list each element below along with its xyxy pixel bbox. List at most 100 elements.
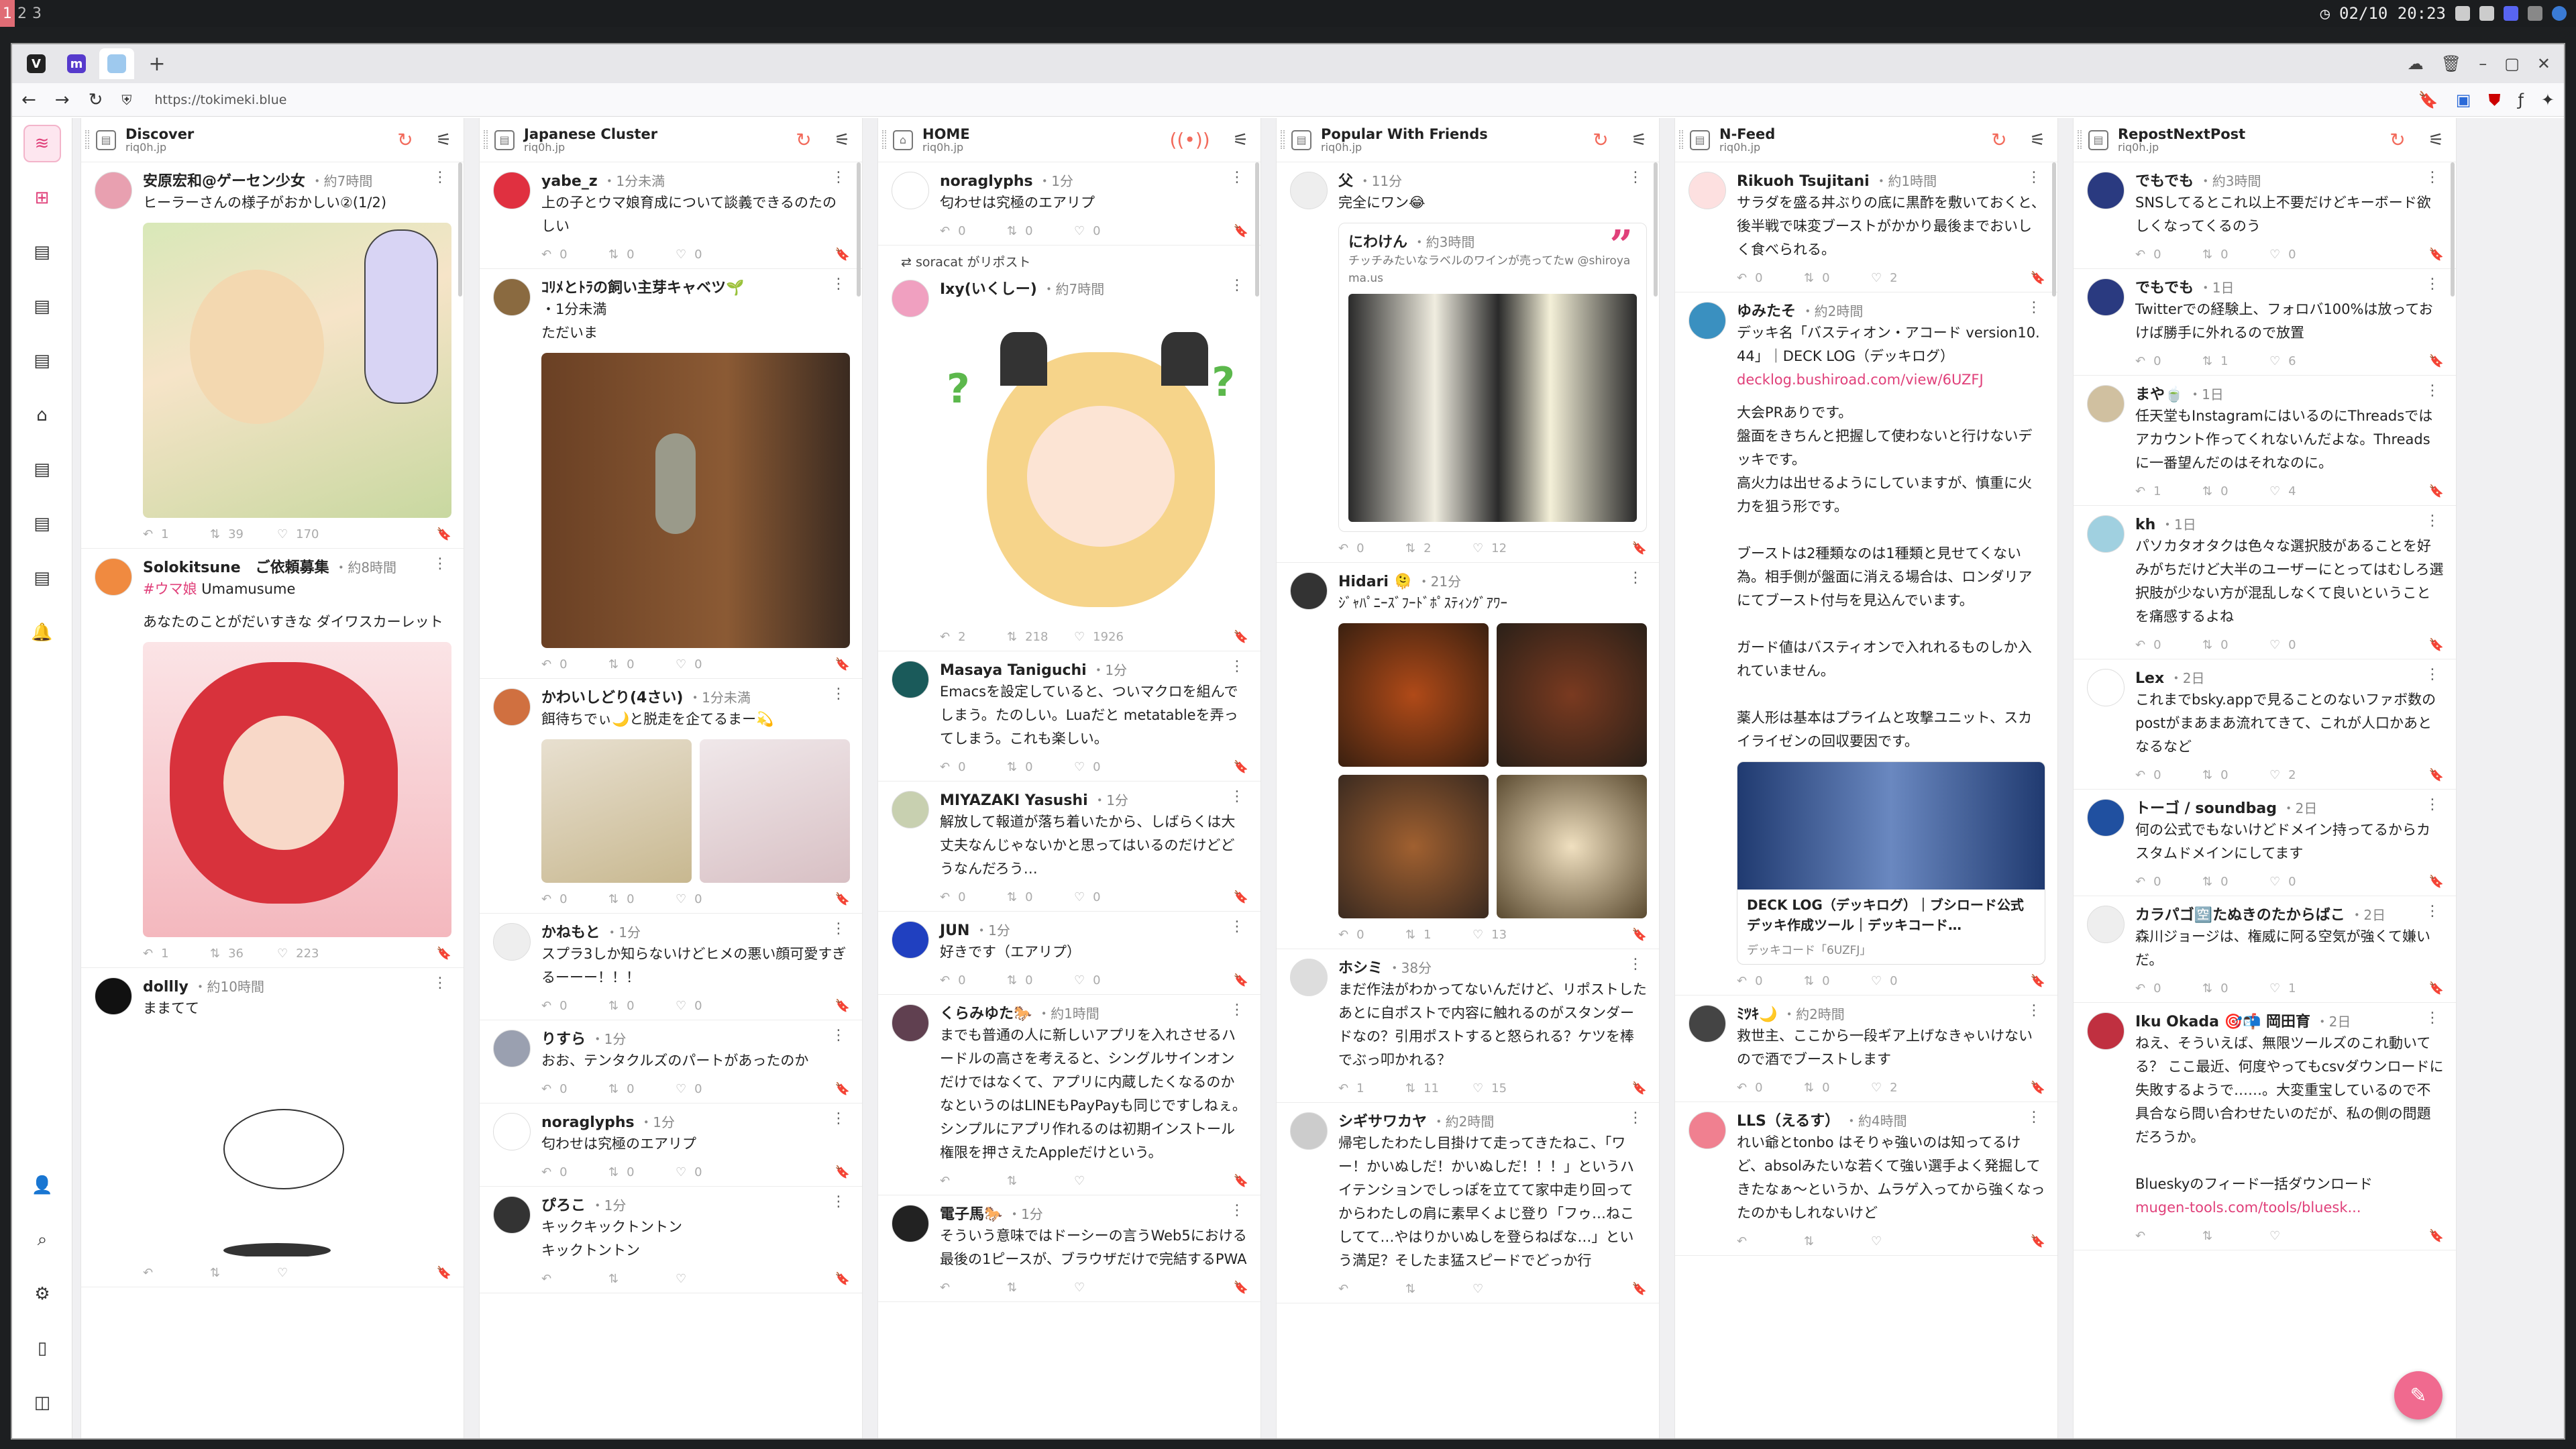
more-icon[interactable]: ⋮: [831, 920, 846, 937]
more-icon[interactable]: ⋮: [2425, 382, 2440, 399]
more-icon[interactable]: ⋮: [2425, 666, 2440, 683]
reply-button[interactable]: ↶ 0: [541, 1165, 608, 1179]
ublock-icon[interactable]: ⛊: [2488, 91, 2500, 109]
link-card[interactable]: DECK LOG（デッキログ）｜ブシロード公式デッキ作成ツール｜デッキコード… デ…: [1737, 761, 2045, 965]
repost-button[interactable]: ⇅ 0: [608, 248, 676, 262]
reload-icon[interactable]: ↻: [89, 90, 103, 110]
post[interactable]: ⋮ kh ・1日 パソカタオタクは色々な選択肢があることを好みがちだけど大半のユ…: [2074, 506, 2456, 659]
post[interactable]: ⋮ ホシミ ・38分 まだ作法がわかってないんだけど、リポストしたあとに自ポスト…: [1277, 949, 1659, 1103]
post[interactable]: ⋮ Masaya Taniguchi ・1分 Emacsを設定していると、ついマ…: [878, 651, 1260, 782]
bookmark-icon[interactable]: 🔖: [437, 947, 451, 961]
reply-button[interactable]: ↶ 0: [940, 224, 1007, 238]
bookmark-icon[interactable]: 🔖: [1234, 890, 1248, 904]
more-icon[interactable]: ⋮: [831, 169, 846, 186]
post[interactable]: ⋮ Lex ・2日 これまでbsky.appで見ることのないファボ数のpostが…: [2074, 659, 2456, 790]
like-button[interactable]: ♡ 2: [1871, 1081, 1938, 1095]
avatar[interactable]: [2087, 515, 2125, 553]
like-button[interactable]: ♡ 12: [1472, 541, 1540, 555]
bookmark-icon[interactable]: 🔖: [2429, 875, 2444, 889]
bookmark-icon[interactable]: 🔖: [437, 527, 451, 541]
bookmark-icon[interactable]: 🔖: [835, 1082, 850, 1096]
post-image[interactable]: [143, 1028, 451, 1256]
post[interactable]: ⋮ noraglyphs ・1分 匂わせは究極のエアリプ ↶ 0 ⇅ 0 ♡ 0 🔖: [480, 1104, 862, 1187]
avatar[interactable]: [493, 688, 531, 726]
bookmark-icon[interactable]: 🔖: [1234, 630, 1248, 644]
more-icon[interactable]: ⋮: [831, 1193, 846, 1210]
repost-button[interactable]: ⇅: [608, 1272, 676, 1286]
post-author[interactable]: ﾐﾂｷ🌙 ・約2時間: [1737, 1005, 2045, 1024]
scrollbar[interactable]: [1255, 162, 1259, 297]
network-icon[interactable]: [2504, 6, 2518, 21]
hashtag-link[interactable]: #ウマ娘: [143, 581, 197, 597]
post-image[interactable]: [700, 739, 850, 883]
refresh-icon[interactable]: ↻: [1593, 129, 1608, 151]
more-icon[interactable]: ⋮: [831, 276, 846, 292]
post-author[interactable]: Iku Okada 🎯📬 岡田育 ・2日: [2135, 1012, 2444, 1032]
post[interactable]: ⋮ りすら ・1分 おお、テンタクルズのパートがあったのか ↶ 0 ⇅ 0 ♡ 0 🔖: [480, 1020, 862, 1104]
post-image[interactable]: ??: [940, 325, 1248, 621]
repost-button[interactable]: ⇅ 1: [2202, 354, 2269, 368]
bookmark-icon[interactable]: 🔖: [835, 999, 850, 1013]
bookmark-icon[interactable]: 🔖: [2031, 271, 2045, 285]
post-author[interactable]: かねもと ・1分: [541, 923, 850, 943]
column-settings-icon[interactable]: ⚟: [835, 130, 850, 150]
cloud-icon[interactable]: ☁: [2408, 54, 2424, 73]
bookmark-icon[interactable]: 🔖: [835, 1272, 850, 1286]
post[interactable]: ⋮ noraglyphs ・1分 匂わせは究極のエアリプ ↶ 0 ⇅ 0 ♡ 0 🔖: [878, 162, 1260, 246]
like-button[interactable]: ♡: [1472, 1282, 1540, 1296]
avatar[interactable]: [892, 280, 929, 317]
reply-button[interactable]: ↶ 1: [1338, 1081, 1405, 1095]
avatar[interactable]: [2087, 172, 2125, 209]
post[interactable]: ⋮ かねもと ・1分 スプラ3しか知らないけどヒメの悪い顔可愛すぎるーーー！！！…: [480, 914, 862, 1020]
reply-button[interactable]: ↶ 2: [940, 630, 1007, 644]
repost-button[interactable]: ⇅ 0: [1804, 271, 1871, 285]
bookmark-icon[interactable]: 🔖: [1632, 1081, 1647, 1095]
bookmark-icon[interactable]: 🔖: [2429, 248, 2444, 262]
bookmark-icon[interactable]: 🔖: [2031, 1081, 2045, 1095]
post-author[interactable]: 父 ・11分: [1338, 172, 1647, 191]
extension-icon[interactable]: ▣: [2456, 91, 2471, 109]
drag-handle[interactable]: [1281, 130, 1285, 149]
drag-handle[interactable]: [2078, 130, 2082, 149]
like-button[interactable]: ♡ 0: [676, 999, 743, 1013]
layers-icon[interactable]: ≋: [23, 125, 61, 162]
like-button[interactable]: ♡ 0: [676, 657, 743, 672]
post[interactable]: ⋮ ﾐﾂｷ🌙 ・約2時間 救世主、ここから一段ギア上げなきゃいけないので酒でブー…: [1675, 996, 2057, 1102]
avatar[interactable]: [1688, 172, 1726, 209]
avatar[interactable]: [95, 558, 132, 596]
post-author[interactable]: ぴろこ ・1分: [541, 1196, 850, 1216]
profile-icon[interactable]: 👤: [23, 1167, 61, 1204]
reply-button[interactable]: ↶ 0: [2135, 875, 2202, 889]
drag-handle[interactable]: [85, 130, 89, 149]
bookmark-icon[interactable]: 🔖: [1234, 1174, 1248, 1188]
post[interactable]: ⋮ Iku Okada 🎯📬 岡田育 ・2日 ねえ、そういえば、無限ツールズのこ…: [2074, 1003, 2456, 1250]
more-icon[interactable]: ⋮: [1628, 570, 1643, 586]
post[interactable]: ⋮ Rikuoh Tsujitani ・約1時間 サラダを盛る丼ぶりの底に黒酢を…: [1675, 162, 2057, 292]
trash-icon[interactable]: 🗑: [2441, 54, 2461, 73]
more-icon[interactable]: ⋮: [1628, 169, 1643, 186]
like-button[interactable]: ♡ 0: [2269, 248, 2337, 262]
reply-button[interactable]: ↶: [940, 1281, 1007, 1295]
like-button[interactable]: ♡ 0: [676, 248, 743, 262]
like-button[interactable]: ♡ 0: [2269, 875, 2337, 889]
repost-button[interactable]: ⇅: [1007, 1281, 1074, 1295]
repost-button[interactable]: ⇅: [210, 1266, 277, 1280]
reply-button[interactable]: ↶ 1: [2135, 484, 2202, 498]
reply-button[interactable]: ↶ 0: [541, 248, 608, 262]
repost-button[interactable]: ⇅ 0: [1804, 1081, 1871, 1095]
post-author[interactable]: Masaya Taniguchi ・1分: [940, 661, 1248, 680]
home-icon[interactable]: ⌂: [23, 396, 61, 434]
column-settings-icon[interactable]: ⚟: [1631, 130, 1647, 150]
reply-button[interactable]: ↶ 0: [541, 657, 608, 672]
user-tray-icon[interactable]: [2552, 6, 2567, 21]
like-button[interactable]: ♡ 2: [2269, 768, 2337, 782]
avatar[interactable]: [1688, 1112, 1726, 1149]
reply-button[interactable]: ↶ 0: [2135, 354, 2202, 368]
reply-button[interactable]: ↶: [1338, 1282, 1405, 1296]
reply-button[interactable]: ↶ 0: [1338, 541, 1405, 555]
more-icon[interactable]: ⋮: [831, 1027, 846, 1044]
like-button[interactable]: ♡ 4: [2269, 484, 2337, 498]
post-author[interactable]: JUN ・1分: [940, 921, 1248, 941]
post-author[interactable]: まや🍵 ・1日: [2135, 385, 2444, 405]
more-icon[interactable]: ⋮: [433, 975, 447, 991]
